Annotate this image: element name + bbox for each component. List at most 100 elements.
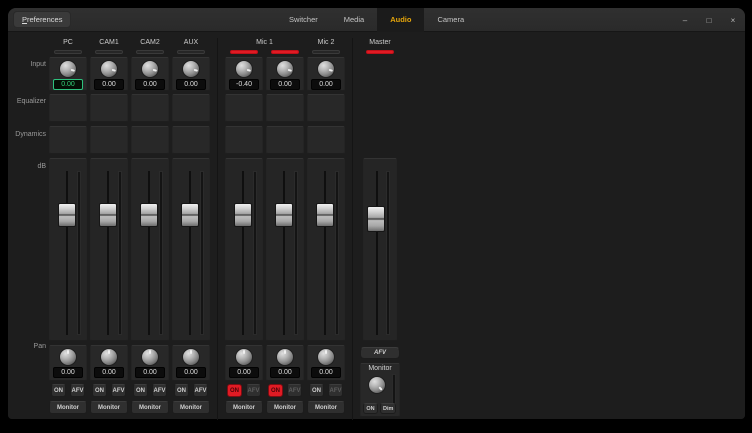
input-gain-knob[interactable] xyxy=(59,60,77,78)
pan-knob[interactable] xyxy=(141,348,159,366)
input-gain-knob[interactable] xyxy=(276,60,294,78)
tab-switcher[interactable]: Switcher xyxy=(276,8,331,32)
equalizer-section[interactable] xyxy=(131,94,169,122)
row-label-pan: Pan xyxy=(10,343,46,350)
equalizer-section[interactable] xyxy=(172,94,210,122)
pan-knob[interactable] xyxy=(182,348,200,366)
pan-value[interactable]: 0.00 xyxy=(94,367,124,378)
on-button[interactable]: ON xyxy=(51,384,66,397)
channel-strip: 0.00 0.00 ON AFV Monitor xyxy=(49,50,87,414)
pan-value[interactable]: 0.00 xyxy=(311,367,341,378)
dynamics-section[interactable] xyxy=(90,126,128,154)
input-gain-value[interactable]: 0.00 xyxy=(135,79,165,90)
master-strip: Master AFV Monitor ON Dim xyxy=(360,38,400,417)
monitor-button[interactable]: Monitor xyxy=(172,401,210,414)
input-gain-value[interactable]: -0.40 xyxy=(229,79,259,90)
fader-handle[interactable] xyxy=(99,203,117,227)
afv-button[interactable]: AFV xyxy=(70,384,85,397)
equalizer-section[interactable] xyxy=(90,94,128,122)
minimize-icon[interactable]: – xyxy=(681,16,689,25)
channel: CAM2 0.00 0.00 ON AFV Monitor xyxy=(131,38,169,414)
monitor-button[interactable]: Monitor xyxy=(307,401,345,414)
on-button[interactable]: ON xyxy=(268,384,283,397)
input-gain-knob[interactable] xyxy=(235,60,253,78)
input-gain-knob[interactable] xyxy=(182,60,200,78)
pan-knob[interactable] xyxy=(235,348,253,366)
tab-audio[interactable]: Audio xyxy=(377,8,424,32)
afv-button[interactable]: AFV xyxy=(328,384,343,397)
pan-section: 0.00 xyxy=(131,345,169,381)
input-gain-knob[interactable] xyxy=(141,60,159,78)
tab-camera[interactable]: Camera xyxy=(424,8,477,32)
channel-strip: 0.00 0.00 ON AFV Monitor xyxy=(90,50,128,414)
equalizer-section[interactable] xyxy=(266,94,304,122)
equalizer-section[interactable] xyxy=(307,94,345,122)
level-meter xyxy=(118,171,122,335)
fader-handle[interactable] xyxy=(181,203,199,227)
monitor-button[interactable]: Monitor xyxy=(225,401,263,414)
maximize-icon[interactable]: □ xyxy=(705,16,713,25)
pan-knob[interactable] xyxy=(276,348,294,366)
fader-handle[interactable] xyxy=(140,203,158,227)
close-icon[interactable]: × xyxy=(729,16,737,25)
knob-pointer-icon xyxy=(99,59,119,79)
pan-value[interactable]: 0.00 xyxy=(135,367,165,378)
dynamics-section[interactable] xyxy=(225,126,263,154)
input-gain-knob[interactable] xyxy=(317,60,335,78)
pan-knob[interactable] xyxy=(59,348,77,366)
monitor-volume-knob[interactable] xyxy=(368,376,386,394)
channel-strip: 0.00 0.00 ON AFV Monitor xyxy=(172,50,210,414)
afv-button[interactable]: AFV xyxy=(193,384,208,397)
fader-handle[interactable] xyxy=(58,203,76,227)
pan-knob[interactable] xyxy=(100,348,118,366)
fader-handle[interactable] xyxy=(367,206,385,232)
fader-track xyxy=(376,171,378,335)
channel-name: AUX xyxy=(172,38,210,48)
pan-knob[interactable] xyxy=(317,348,335,366)
monitor-button[interactable]: Monitor xyxy=(131,401,169,414)
monitor-button[interactable]: Monitor xyxy=(49,401,87,414)
equalizer-section[interactable] xyxy=(49,94,87,122)
input-gain-value[interactable]: 0.00 xyxy=(94,79,124,90)
monitor-button[interactable]: Monitor xyxy=(266,401,304,414)
window-controls: – □ × xyxy=(681,8,737,32)
pan-value[interactable]: 0.00 xyxy=(53,367,83,378)
on-button[interactable]: ON xyxy=(174,384,189,397)
monitor-dim-button[interactable]: Dim xyxy=(380,403,396,414)
on-button[interactable]: ON xyxy=(92,384,107,397)
preferences-button[interactable]: Preferences xyxy=(13,11,71,28)
input-gain-value[interactable]: 0.00 xyxy=(176,79,206,90)
afv-button[interactable]: AFV xyxy=(287,384,302,397)
on-button[interactable]: ON xyxy=(227,384,242,397)
input-gain-value[interactable]: 0.00 xyxy=(53,79,83,90)
dynamics-section[interactable] xyxy=(49,126,87,154)
monitor-button[interactable]: Monitor xyxy=(90,401,128,414)
dynamics-section[interactable] xyxy=(131,126,169,154)
channel-activity-meter xyxy=(136,50,164,54)
dynamics-section[interactable] xyxy=(266,126,304,154)
master-afv-button[interactable]: AFV xyxy=(360,347,400,359)
input-gain-value[interactable]: 0.00 xyxy=(270,79,300,90)
pan-value[interactable]: 0.00 xyxy=(229,367,259,378)
afv-button[interactable]: AFV xyxy=(246,384,261,397)
tab-media[interactable]: Media xyxy=(331,8,377,32)
knob-pointer-icon xyxy=(181,59,201,79)
dynamics-section[interactable] xyxy=(172,126,210,154)
fader-handle[interactable] xyxy=(234,203,252,227)
pan-value[interactable]: 0.00 xyxy=(270,367,300,378)
dynamics-section[interactable] xyxy=(307,126,345,154)
fader-handle[interactable] xyxy=(275,203,293,227)
level-meter xyxy=(159,171,163,335)
afv-button[interactable]: AFV xyxy=(111,384,126,397)
fader-handle[interactable] xyxy=(316,203,334,227)
input-gain-knob[interactable] xyxy=(100,60,118,78)
pan-value[interactable]: 0.00 xyxy=(176,367,206,378)
afv-button[interactable]: AFV xyxy=(152,384,167,397)
fader-track xyxy=(283,171,285,335)
monitor-on-button[interactable]: ON xyxy=(363,403,378,414)
fader-track xyxy=(189,171,191,335)
on-button[interactable]: ON xyxy=(309,384,324,397)
on-button[interactable]: ON xyxy=(133,384,148,397)
equalizer-section[interactable] xyxy=(225,94,263,122)
input-gain-value[interactable]: 0.00 xyxy=(311,79,341,90)
